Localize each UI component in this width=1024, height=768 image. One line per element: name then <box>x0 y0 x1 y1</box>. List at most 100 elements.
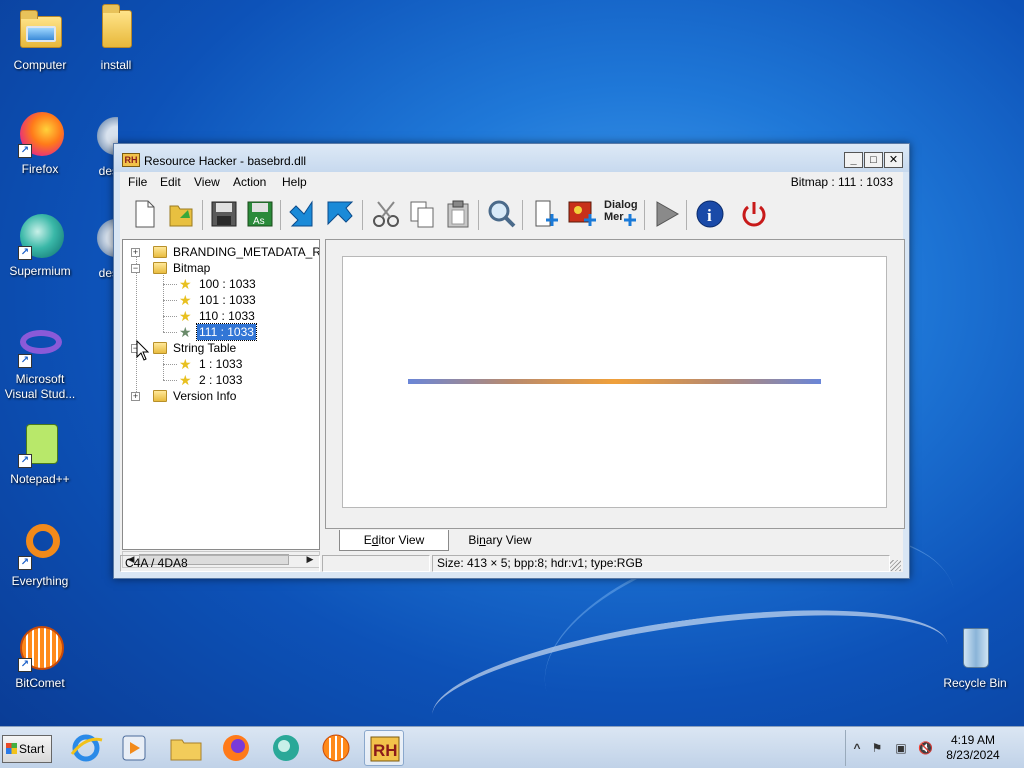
clock[interactable]: 4:19 AM 8/23/2024 <box>940 733 1006 763</box>
title-bar[interactable]: RH Resource Hacker - basebrd.dll _ □ ✕ <box>114 144 909 172</box>
collapse-icon[interactable]: − <box>131 264 140 273</box>
expand-icon[interactable]: + <box>131 392 140 401</box>
taskbar-firefox[interactable] <box>216 730 256 766</box>
computer-icon <box>16 6 64 54</box>
save-button[interactable] <box>208 198 240 230</box>
add-image-icon <box>568 201 596 226</box>
window-client: File Edit View Action Help Bitmap : 111 … <box>120 172 905 572</box>
desktop-icon-notepadpp[interactable]: ↗ Notepad++ <box>2 420 78 487</box>
tree-node-string-table[interactable]: − String Table <box>123 340 319 356</box>
exit-button[interactable] <box>738 198 770 230</box>
minimize-button[interactable]: _ <box>844 152 863 168</box>
desktop-icon-label: Recycle Bin <box>943 676 1007 690</box>
resize-grip[interactable] <box>890 560 901 571</box>
system-tray: ^ ⚑ ▣ 🔇 4:19 AM 8/23/2024 <box>845 730 1021 766</box>
tree-node-label: 100 : 1033 <box>199 277 256 291</box>
copy-icon <box>410 201 434 228</box>
resource-tree[interactable]: + BRANDING_METADATA_RE − Bitmap ★ 100 : … <box>122 239 320 550</box>
toolbar-separator <box>280 200 281 230</box>
cut-button[interactable] <box>370 198 402 230</box>
desktop-icon-supermium[interactable]: ↗ Supermium <box>2 212 78 279</box>
save-as-button[interactable]: As <box>244 198 276 230</box>
tree-node-label: 1 : 1033 <box>199 357 243 371</box>
clock-time: 4:19 AM <box>950 733 996 747</box>
tree-node-bitmap-101[interactable]: ★ 101 : 1033 <box>123 292 319 308</box>
tree-node-string-1[interactable]: ★ 1 : 1033 <box>123 356 319 372</box>
taskbar-explorer[interactable] <box>166 730 206 766</box>
everything-icon: ↗ <box>16 522 64 570</box>
show-hidden-icons-icon[interactable]: ^ <box>850 741 864 755</box>
menu-edit[interactable]: Edit <box>160 175 181 189</box>
svg-text:RH: RH <box>373 741 398 760</box>
desktop-icon-des[interactable]: des <box>78 112 118 179</box>
toolbar: As Dialog Mer i <box>120 194 903 236</box>
tree-node-bitmap-110[interactable]: ★ 110 : 1033 <box>123 308 319 324</box>
star-icon: ★ <box>179 324 192 340</box>
app-logo: RH <box>122 153 140 167</box>
find-button[interactable] <box>486 198 518 230</box>
taskbar: Start RH ^ ⚑ ▣ 🔇 4:19 AM 8/23/2024 <box>0 726 1024 768</box>
menu-file[interactable]: File <box>128 175 147 189</box>
maximize-button[interactable]: □ <box>864 152 883 168</box>
desktop-icon-label: Supermium <box>9 264 71 278</box>
desktop-icon-computer[interactable]: Computer <box>2 6 78 73</box>
tab-binary-view[interactable]: Binary View <box>455 530 545 551</box>
back-button[interactable] <box>286 198 318 230</box>
menu-help[interactable]: Help <box>282 175 307 189</box>
paste-button[interactable] <box>442 198 474 230</box>
desktop-icon-install[interactable]: install <box>78 4 154 73</box>
about-button[interactable]: i <box>694 198 726 230</box>
taskbar-resource-hacker[interactable]: RH <box>364 730 404 766</box>
dialog-menu-button[interactable]: Dialog Mer <box>602 198 638 230</box>
tab-editor-view[interactable]: Editor View <box>339 530 449 551</box>
taskbar-media-player[interactable] <box>114 730 154 766</box>
gear-icon <box>78 112 118 160</box>
tree-node-bitmap-111[interactable]: ★ 111 : 1033 <box>123 323 319 341</box>
tab-label: ary View <box>485 533 532 547</box>
desktop-icon-label: des <box>98 266 118 280</box>
expand-icon[interactable]: + <box>131 248 140 257</box>
editor-view <box>325 239 905 529</box>
copy-button[interactable] <box>406 198 438 230</box>
star-icon: ★ <box>179 372 192 388</box>
close-button[interactable]: ✕ <box>884 152 903 168</box>
desktop-icon-des-2[interactable]: des <box>78 214 118 281</box>
taskbar-supermium[interactable] <box>266 730 306 766</box>
desktop-icon-firefox[interactable]: ↗ Firefox <box>2 110 78 177</box>
tree-node-version-info[interactable]: + Version Info <box>123 388 319 404</box>
add-resource-button[interactable] <box>530 198 562 230</box>
toolbar-separator <box>478 200 479 230</box>
svg-text:i: i <box>707 206 712 225</box>
volume-muted-icon[interactable]: 🔇 <box>918 741 933 755</box>
taskbar-internet-explorer[interactable] <box>66 730 106 766</box>
tree-node-bitmap[interactable]: − Bitmap <box>123 260 319 276</box>
start-label: Start <box>19 742 45 756</box>
search-icon <box>488 200 516 228</box>
open-button[interactable] <box>166 198 198 230</box>
plus-icon <box>624 214 636 226</box>
toolbar-separator <box>644 200 645 230</box>
menu-action[interactable]: Action <box>233 175 266 189</box>
tree-node-bitmap-100[interactable]: ★ 100 : 1033 <box>123 276 319 292</box>
start-button[interactable]: Start <box>2 735 52 763</box>
tree-node-string-2[interactable]: ★ 2 : 1033 <box>123 372 319 388</box>
media-player-icon <box>122 735 146 761</box>
add-image-button[interactable] <box>566 198 598 230</box>
forward-button[interactable] <box>324 198 356 230</box>
desktop-icon-everything[interactable]: ↗ Everything <box>2 522 78 589</box>
network-icon[interactable]: ▣ <box>894 741 908 755</box>
action-center-flag-icon[interactable]: ⚑ <box>870 741 884 755</box>
menu-view[interactable]: View <box>194 175 220 189</box>
new-button[interactable] <box>128 198 160 230</box>
folder-icon <box>92 4 140 54</box>
desktop-icon-recycle-bin[interactable]: Recycle Bin <box>937 624 1013 691</box>
bitmap-preview <box>408 379 821 384</box>
window-title: Resource Hacker - basebrd.dll <box>144 154 307 168</box>
resource-hacker-window[interactable]: RH Resource Hacker - basebrd.dll _ □ ✕ F… <box>113 143 910 579</box>
toolbar-separator <box>522 200 523 230</box>
taskbar-bitcomet[interactable] <box>316 730 356 766</box>
desktop-icon-visual-studio[interactable]: ↗ Microsoft Visual Stud... <box>2 320 78 402</box>
tree-node-branding-metadata[interactable]: + BRANDING_METADATA_RE <box>123 244 319 260</box>
desktop-icon-bitcomet[interactable]: ↗ BitComet <box>2 624 78 691</box>
compile-run-button[interactable] <box>650 198 682 230</box>
